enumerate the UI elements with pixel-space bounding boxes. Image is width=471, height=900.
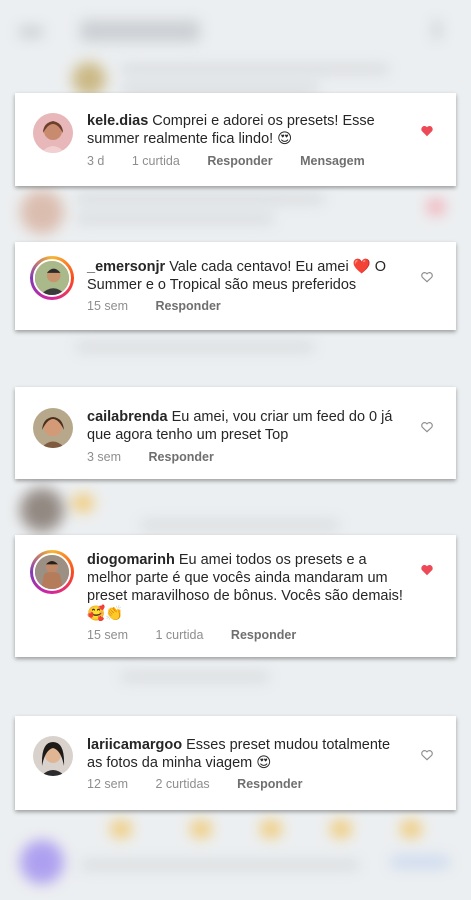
- avatar[interactable]: [30, 550, 74, 594]
- comment-card: lariicamargoo Esses preset mudou totalmen…: [15, 716, 456, 810]
- comment-meta: 15 sem Responder: [87, 299, 245, 313]
- comment-card: _emersonjr Vale cada centavo! Eu amei ❤️ …: [15, 242, 456, 330]
- comment-text: lariicamargoo Esses preset mudou totalmen…: [87, 736, 407, 772]
- comment-time: 15 sem: [87, 628, 128, 642]
- comment-text: kele.dias Comprei e adorei os presets! Es…: [87, 112, 407, 148]
- back-arrow-icon: [18, 26, 44, 38]
- message-button[interactable]: Mensagem: [300, 154, 365, 168]
- comment-likes-count[interactable]: 1 curtida: [132, 154, 180, 168]
- current-user-avatar: [20, 840, 64, 884]
- reply-button[interactable]: Responder: [155, 299, 220, 313]
- comment-meta: 12 sem 2 curtidas Responder: [87, 777, 326, 791]
- comment-meta: 3 d 1 curtida Responder Mensagem: [87, 154, 389, 168]
- heart-outline-icon[interactable]: [420, 420, 434, 434]
- page-title-blurred: [80, 20, 200, 42]
- comment-text: diogomarinh Eu amei todos os presets e a …: [87, 551, 407, 623]
- reply-button[interactable]: Responder: [149, 450, 214, 464]
- user-photo: [35, 261, 69, 295]
- avatar[interactable]: [30, 256, 74, 300]
- comment-likes-count[interactable]: 2 curtidas: [155, 777, 209, 791]
- publish-link-blurred: [390, 856, 450, 868]
- avatar[interactable]: [33, 736, 73, 776]
- comment-meta: 3 sem Responder: [87, 450, 238, 464]
- avatar[interactable]: [33, 113, 73, 153]
- user-photo: [35, 555, 69, 589]
- comment-text: _emersonjr Vale cada centavo! Eu amei ❤️ …: [87, 258, 407, 294]
- avatar[interactable]: [33, 408, 73, 448]
- reply-button[interactable]: Responder: [207, 154, 272, 168]
- comment-card: diogomarinh Eu amei todos os presets e a …: [15, 535, 456, 657]
- comment-username[interactable]: kele.dias: [87, 113, 148, 129]
- comment-time: 12 sem: [87, 777, 128, 791]
- comment-text: cailabrenda Eu amei, vou criar um feed do…: [87, 408, 407, 444]
- comment-time: 3 d: [87, 154, 105, 168]
- heart-outline-icon[interactable]: [420, 748, 434, 762]
- user-photo: [33, 408, 73, 448]
- comment-time: 15 sem: [87, 299, 128, 313]
- heart-outline-icon[interactable]: [420, 270, 434, 284]
- reply-button[interactable]: Responder: [231, 628, 296, 642]
- comment-username[interactable]: _emersonjr: [87, 259, 165, 275]
- heart-filled-icon[interactable]: [420, 124, 434, 138]
- comment-username[interactable]: cailabrenda: [87, 409, 168, 425]
- comment-likes-count[interactable]: 1 curtida: [155, 628, 203, 642]
- comment-time: 3 sem: [87, 450, 122, 464]
- comment-card: kele.dias Comprei e adorei os presets! Es…: [15, 93, 456, 186]
- heart-filled-icon[interactable]: [420, 563, 434, 577]
- user-photo: [33, 736, 73, 776]
- comment-username[interactable]: diogomarinh: [87, 552, 175, 568]
- comment-username[interactable]: lariicamargoo: [87, 737, 182, 753]
- comment-card: cailabrenda Eu amei, vou criar um feed do…: [15, 387, 456, 479]
- user-photo: [33, 113, 73, 153]
- more-icon: [433, 20, 441, 40]
- reply-button[interactable]: Responder: [237, 777, 302, 791]
- comment-meta: 15 sem 1 curtida Responder: [87, 628, 320, 642]
